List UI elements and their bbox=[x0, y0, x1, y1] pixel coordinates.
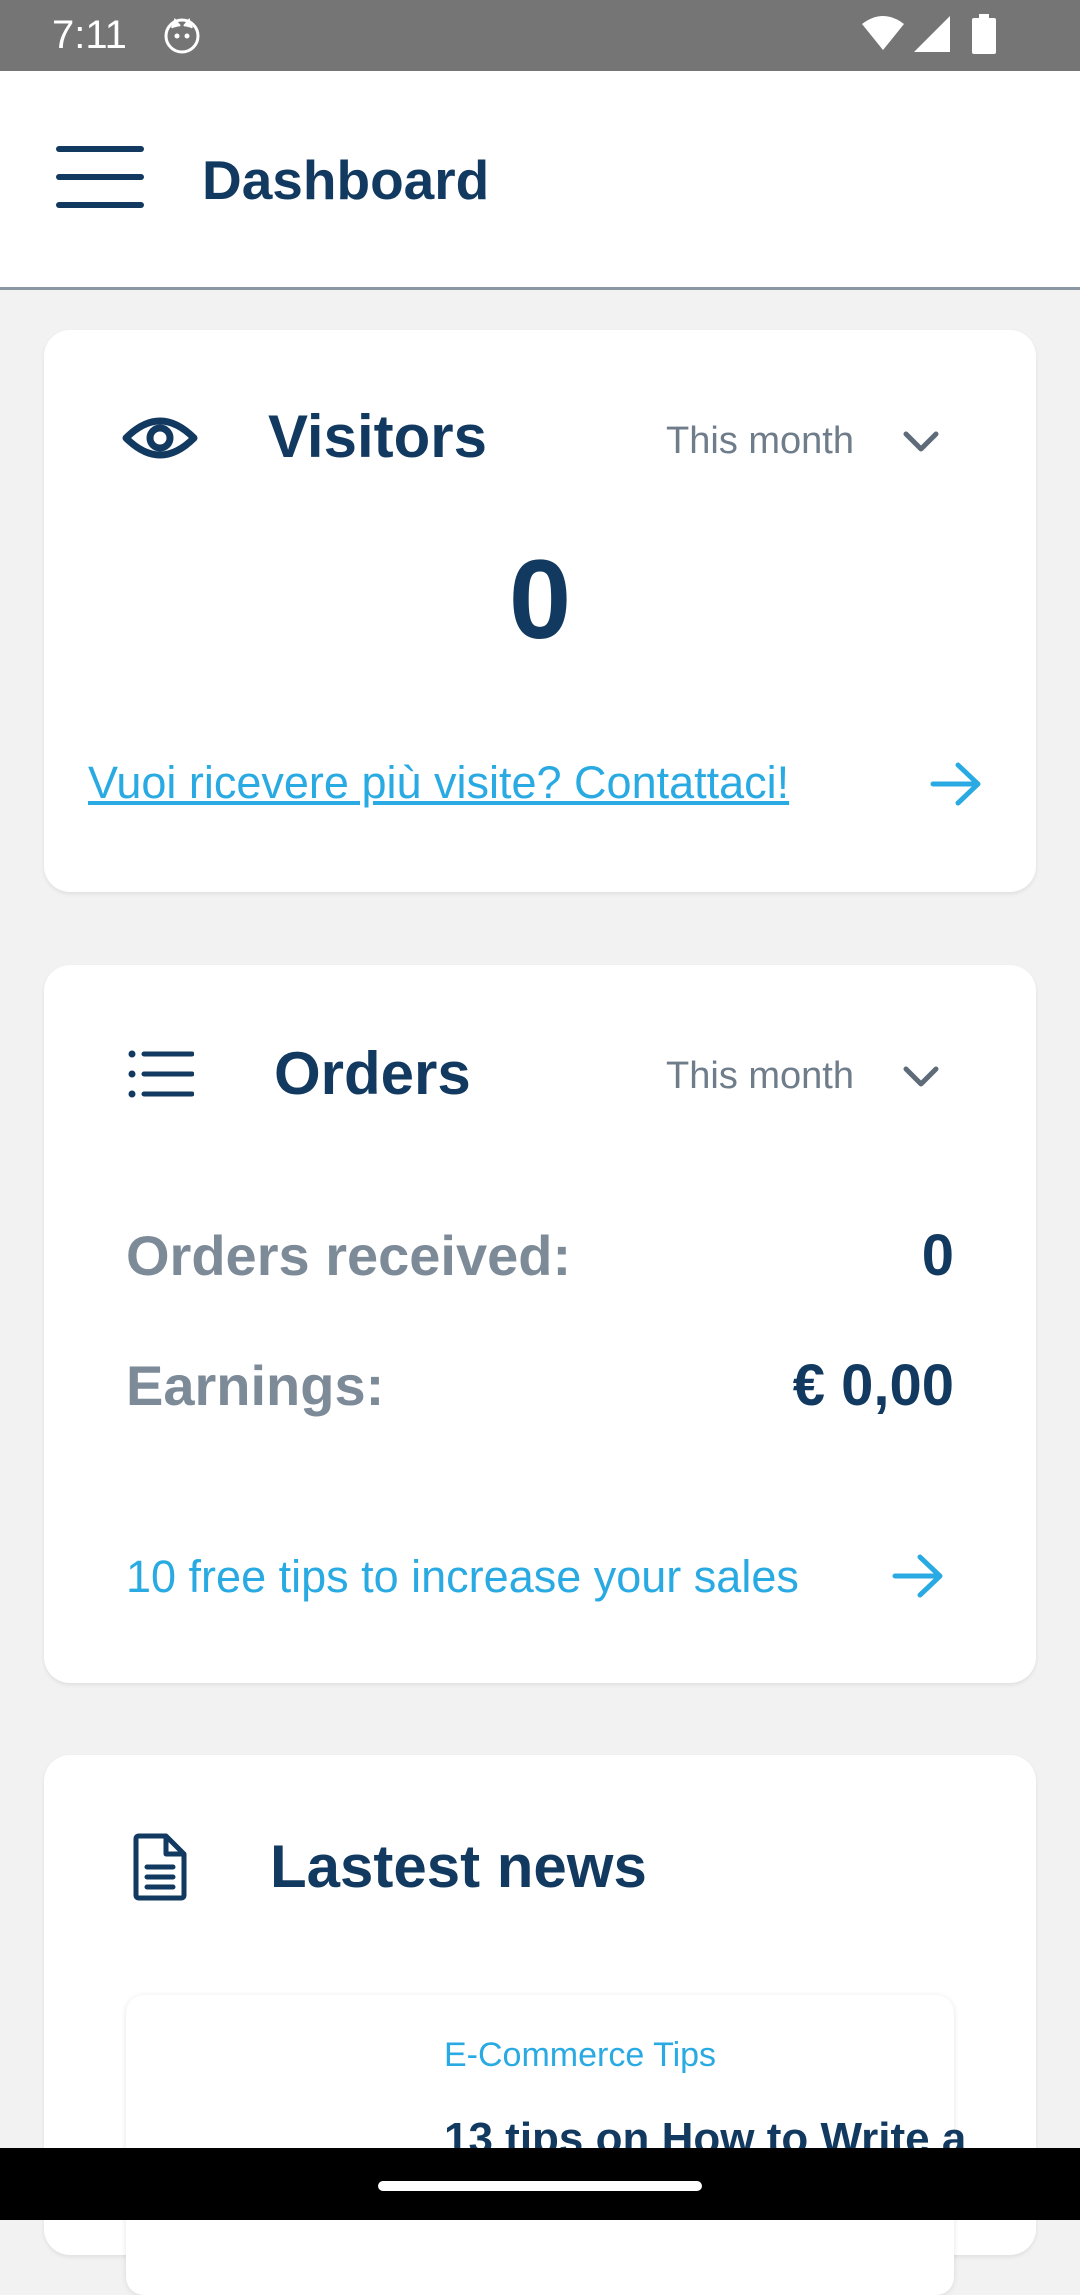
visitors-count: 0 bbox=[508, 537, 572, 662]
visitors-contact-link[interactable]: Vuoi ricevere più visite? Contattaci! bbox=[88, 753, 789, 813]
hamburger-menu-icon[interactable] bbox=[56, 146, 144, 210]
app-bar: Dashboard bbox=[0, 71, 1080, 290]
orders-received-value: 0 bbox=[921, 1223, 954, 1288]
home-gesture-handle[interactable] bbox=[378, 2181, 702, 2191]
earnings-value: € 0,00 bbox=[792, 1353, 954, 1418]
news-category: E-Commerce Tips bbox=[444, 2036, 717, 2074]
page-title: Dashboard bbox=[202, 149, 490, 211]
orders-card: Orders This month Orders received: 0 Ear… bbox=[44, 965, 1036, 1683]
earnings-label: Earnings: bbox=[126, 1354, 385, 1417]
arrow-right-icon[interactable] bbox=[930, 761, 982, 807]
orders-received-label: Orders received: bbox=[126, 1224, 572, 1287]
chevron-down-icon[interactable] bbox=[902, 1065, 940, 1089]
news-item[interactable]: E-Commerce Tips 13 tips on How to Write … bbox=[126, 1995, 966, 2295]
status-time: 7:11 bbox=[52, 13, 127, 57]
sales-tips-link[interactable]: 10 free tips to increase your sales bbox=[126, 1547, 799, 1607]
cat-notification-icon bbox=[164, 18, 200, 54]
navigation-bar bbox=[0, 2148, 1080, 2220]
battery-icon bbox=[972, 14, 996, 54]
wifi-icon bbox=[862, 16, 904, 50]
eye-icon bbox=[122, 417, 198, 459]
visitors-card: Visitors This month 0 Vuoi ricevere più … bbox=[44, 330, 1036, 892]
visitors-period-select[interactable]: This month bbox=[666, 416, 854, 466]
chevron-down-icon[interactable] bbox=[902, 430, 940, 454]
news-title: Lastest news bbox=[270, 1833, 647, 1900]
list-icon bbox=[128, 1050, 194, 1098]
arrow-right-icon[interactable] bbox=[892, 1553, 944, 1599]
document-icon bbox=[133, 1833, 187, 1901]
status-bar: 7:11 bbox=[0, 0, 1080, 71]
orders-title: Orders bbox=[274, 1040, 471, 1107]
visitors-title: Visitors bbox=[268, 403, 487, 470]
orders-period-select[interactable]: This month bbox=[666, 1051, 854, 1101]
signal-icon bbox=[914, 16, 950, 52]
